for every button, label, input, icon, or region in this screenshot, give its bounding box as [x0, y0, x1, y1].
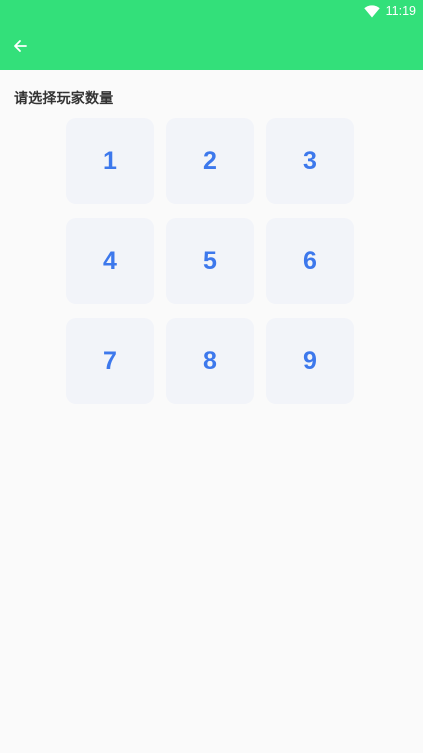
player-count-9-button[interactable]: 9: [266, 318, 354, 404]
player-count-5-button[interactable]: 5: [166, 218, 254, 304]
player-count-prompt: 请选择玩家数量: [14, 91, 114, 107]
app-bar: 11:19: [0, 0, 423, 70]
status-time: 11:19: [385, 4, 416, 18]
player-count-7-button[interactable]: 7: [66, 318, 154, 404]
player-count-2-button[interactable]: 2: [166, 118, 254, 204]
player-count-6-button[interactable]: 6: [266, 218, 354, 304]
player-count-1-button[interactable]: 1: [66, 118, 154, 204]
player-count-3-button[interactable]: 3: [266, 118, 354, 204]
toolbar: [0, 22, 423, 70]
wifi-icon: [363, 4, 380, 18]
player-count-grid: 1 2 3 4 5 6 7 8 9: [66, 118, 354, 404]
status-bar: 11:19: [363, 0, 423, 22]
arrow-left-icon: [13, 39, 27, 53]
back-button[interactable]: [0, 26, 40, 66]
player-count-8-button[interactable]: 8: [166, 318, 254, 404]
player-count-4-button[interactable]: 4: [66, 218, 154, 304]
